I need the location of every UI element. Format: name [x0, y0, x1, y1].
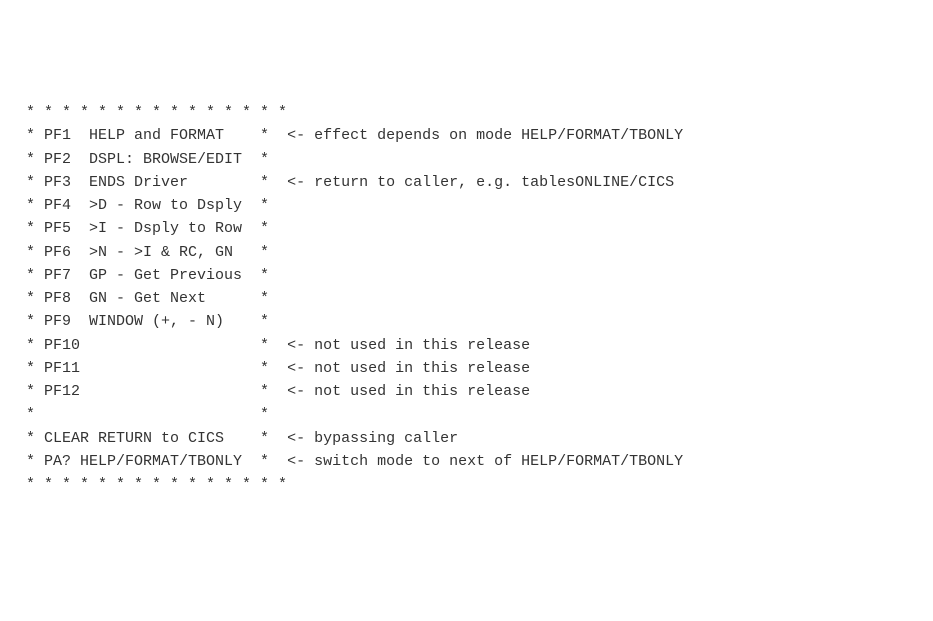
reference-line: * PF4 >D - Row to Dsply * [8, 194, 925, 217]
line-indent [8, 360, 26, 377]
line-indent [8, 244, 26, 261]
reference-line: * CLEAR RETURN to CICS * <- bypassing ca… [8, 427, 925, 450]
reference-line: * PF8 GN - Get Next * [8, 287, 925, 310]
pfkey-label: * PF12 * [26, 383, 269, 400]
reference-line: * * * * * * * * * * * * * * * [8, 101, 925, 124]
reference-line: * PF6 >N - >I & RC, GN * [8, 241, 925, 264]
pfkey-comment: <- bypassing caller [269, 430, 458, 447]
reference-line: * PF12 * <- not used in this release [8, 380, 925, 403]
pfkey-comment: <- not used in this release [269, 383, 530, 400]
pfkey-label: * PF2 DSPL: BROWSE/EDIT * [26, 151, 269, 168]
reference-line: * PF1 HELP and FORMAT * <- effect depend… [8, 124, 925, 147]
pfkey-label: * PF9 WINDOW (+, - N) * [26, 313, 269, 330]
pfkey-label: * PF4 >D - Row to Dsply * [26, 197, 269, 214]
line-indent [8, 476, 26, 493]
line-indent [8, 267, 26, 284]
line-indent [8, 151, 26, 168]
pfkey-label: * PF1 HELP and FORMAT * [26, 127, 269, 144]
line-indent [8, 313, 26, 330]
line-indent [8, 104, 26, 121]
reference-line: * PF10 * <- not used in this release [8, 334, 925, 357]
pfkey-label: * * [26, 406, 269, 423]
reference-line: * PA? HELP/FORMAT/TBONLY * <- switch mod… [8, 450, 925, 473]
line-indent [8, 174, 26, 191]
line-indent [8, 290, 26, 307]
line-indent [8, 406, 26, 423]
reference-line: * PF5 >I - Dsply to Row * [8, 217, 925, 240]
pfkey-comment: <- effect depends on mode HELP/FORMAT/TB… [269, 127, 683, 144]
line-indent [8, 337, 26, 354]
line-indent [8, 383, 26, 400]
pfkey-label: * PF5 >I - Dsply to Row * [26, 220, 269, 237]
pfkey-comment: <- return to caller, e.g. tablesONLINE/C… [269, 174, 674, 191]
line-indent [8, 197, 26, 214]
pfkey-label: * PF8 GN - Get Next * [26, 290, 269, 307]
reference-line: * PF7 GP - Get Previous * [8, 264, 925, 287]
reference-line: * PF3 ENDS Driver * <- return to caller,… [8, 171, 925, 194]
reference-line: * PF11 * <- not used in this release [8, 357, 925, 380]
line-indent [8, 453, 26, 470]
pfkey-label: * * * * * * * * * * * * * * * [26, 104, 287, 121]
pfkey-label: * PF10 * [26, 337, 269, 354]
line-indent [8, 127, 26, 144]
reference-line: * * * * * * * * * * * * * * * [8, 473, 925, 496]
pfkey-label: * PA? HELP/FORMAT/TBONLY * [26, 453, 269, 470]
line-indent [8, 430, 26, 447]
pfkey-label: * PF7 GP - Get Previous * [26, 267, 269, 284]
pfkey-comment: <- switch mode to next of HELP/FORMAT/TB… [269, 453, 683, 470]
pfkey-label: * * * * * * * * * * * * * * * [26, 476, 287, 493]
pf-key-reference-block: * * * * * * * * * * * * * * * * PF1 HELP… [8, 101, 925, 496]
line-indent [8, 220, 26, 237]
pfkey-comment: <- not used in this release [269, 337, 530, 354]
pfkey-label: * PF11 * [26, 360, 269, 377]
pfkey-label: * PF6 >N - >I & RC, GN * [26, 244, 269, 261]
reference-line: * * [8, 403, 925, 426]
reference-line: * PF2 DSPL: BROWSE/EDIT * [8, 148, 925, 171]
reference-line: * PF9 WINDOW (+, - N) * [8, 310, 925, 333]
pfkey-label: * PF3 ENDS Driver * [26, 174, 269, 191]
pfkey-label: * CLEAR RETURN to CICS * [26, 430, 269, 447]
pfkey-comment: <- not used in this release [269, 360, 530, 377]
